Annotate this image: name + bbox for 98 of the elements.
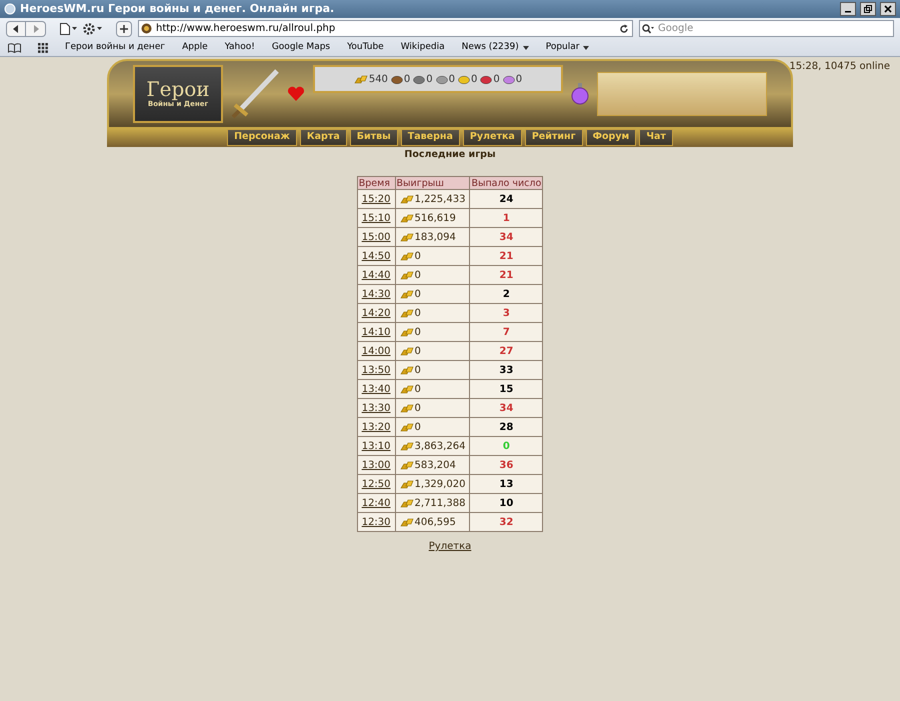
- restore-icon: [864, 5, 872, 13]
- bookmark-item[interactable]: News (2239): [462, 40, 529, 54]
- settings-menu-button[interactable]: [83, 22, 102, 34]
- ingot-stack-icon: [400, 232, 414, 242]
- nav-tab[interactable]: Таверна: [400, 129, 460, 146]
- ingot-stack-icon: [400, 213, 414, 224]
- nav-tab[interactable]: Битвы: [350, 129, 398, 146]
- open-book-icon[interactable]: [8, 42, 21, 52]
- site-icon: [141, 23, 152, 34]
- nav-tab[interactable]: Форум: [586, 129, 636, 146]
- win-amount: 0: [414, 402, 421, 416]
- ingot-stack-icon: [400, 479, 414, 490]
- ingot-stack-icon: [400, 441, 414, 452]
- resource-amount: 540: [368, 72, 388, 86]
- win-amount: 183,094: [414, 230, 456, 245]
- rolled-number: 32: [470, 512, 543, 532]
- grid-icon[interactable]: [38, 42, 48, 52]
- win-amount: 0: [414, 420, 421, 435]
- logo-title: Герои: [146, 78, 210, 99]
- search-icon: [642, 24, 654, 34]
- win-amount: 0: [414, 344, 421, 359]
- ingot-stack-icon: [400, 498, 414, 508]
- bookmark-item[interactable]: Popular: [546, 40, 590, 54]
- column-header: Выигрыш: [395, 176, 470, 190]
- resource-amount: 0: [471, 72, 478, 86]
- win-amount: 1,329,020: [414, 478, 466, 492]
- resource-amount: 0: [493, 72, 500, 86]
- win-amount: 0: [414, 382, 421, 397]
- caret-icon: [72, 27, 77, 30]
- roulette-link[interactable]: Рулетка: [428, 539, 472, 554]
- maximize-button[interactable]: [860, 2, 876, 16]
- ingot-stack-icon: [400, 289, 414, 300]
- caret-icon: [522, 46, 529, 50]
- caret-icon: [583, 46, 590, 50]
- close-button[interactable]: [880, 2, 896, 16]
- address-field[interactable]: http://www.heroeswm.ru/allroul.php: [138, 20, 633, 37]
- back-button[interactable]: [6, 20, 26, 36]
- window-title: HeroesWM.ru Герои войны и денег. Онлайн игра.: [20, 0, 334, 17]
- ingot-stack-icon: [400, 384, 414, 394]
- bookmark-item[interactable]: Yahoo!: [224, 40, 255, 54]
- bookmark-item[interactable]: Герои войны и денег: [65, 40, 166, 54]
- ingot-stack-icon: [400, 403, 414, 414]
- ingot-stack-icon: [400, 346, 414, 356]
- search-field[interactable]: Google: [639, 20, 894, 37]
- ingot-stack-icon: [400, 308, 414, 318]
- nav-tab[interactable]: Рейтинг: [524, 129, 583, 146]
- ingot-stack-icon: [400, 517, 414, 528]
- globe-icon: [4, 3, 16, 15]
- resource-amount: 0: [448, 72, 456, 86]
- forward-arrow-icon: [32, 24, 38, 32]
- bookmark-item[interactable]: YouTube: [347, 40, 384, 54]
- win-amount: 1,225,433: [414, 192, 466, 207]
- page-icon: [60, 22, 70, 34]
- resource-amount: 0: [516, 72, 522, 86]
- bookmark-item[interactable]: Apple: [182, 40, 208, 54]
- page-menu-button[interactable]: [60, 22, 77, 34]
- sword-icon: [231, 69, 279, 119]
- bookmark-item[interactable]: Google Maps: [272, 40, 330, 54]
- online-status: 15:28, 10475 online: [789, 60, 890, 74]
- potion-flask-icon: [571, 83, 589, 105]
- ingot-stack-icon: [400, 365, 414, 376]
- win-amount: 0: [414, 326, 421, 340]
- plus-icon: [120, 24, 128, 32]
- close-icon: [884, 5, 892, 13]
- reload-icon[interactable]: [619, 24, 629, 34]
- win-amount: 2,711,388: [414, 496, 466, 511]
- win-amount: 583,204: [414, 458, 456, 473]
- minimize-button[interactable]: [840, 2, 856, 16]
- ingot-stack-icon: [400, 422, 414, 432]
- page-heading: Последние игры: [404, 148, 496, 162]
- ingot-stack-icon: [354, 74, 368, 84]
- back-arrow-icon: [13, 24, 19, 32]
- heart-icon: [287, 86, 305, 102]
- ingot-stack-icon: [400, 327, 414, 338]
- resource-amount: 0: [426, 72, 433, 86]
- win-amount: 0: [414, 288, 421, 302]
- win-amount: 0: [414, 268, 421, 283]
- settings-icon: [83, 22, 95, 34]
- nav-tab[interactable]: Рулетка: [462, 129, 522, 146]
- caret-icon: [97, 27, 102, 30]
- win-amount: 0: [414, 306, 421, 321]
- win-amount: 406,595: [414, 516, 456, 530]
- win-amount: 0: [414, 250, 421, 264]
- bookmark-item[interactable]: Wikipedia: [400, 40, 445, 54]
- ingot-stack-icon: [400, 460, 414, 470]
- ingot-stack-icon: [400, 194, 414, 204]
- add-bookmark-button[interactable]: [116, 20, 132, 36]
- resource-amount: 0: [404, 72, 410, 86]
- nav-tab[interactable]: Чат: [639, 129, 673, 146]
- ingot-stack-icon: [400, 251, 414, 262]
- ingot-stack-icon: [400, 270, 414, 280]
- win-amount: 0: [414, 364, 421, 378]
- win-amount: 516,619: [414, 212, 456, 226]
- column-header: Выпало число: [470, 176, 543, 190]
- nav-tab[interactable]: Персонаж: [227, 129, 297, 146]
- column-header: Время: [357, 176, 396, 190]
- nav-tab[interactable]: Карта: [300, 129, 347, 146]
- win-amount: 3,863,264: [414, 440, 466, 454]
